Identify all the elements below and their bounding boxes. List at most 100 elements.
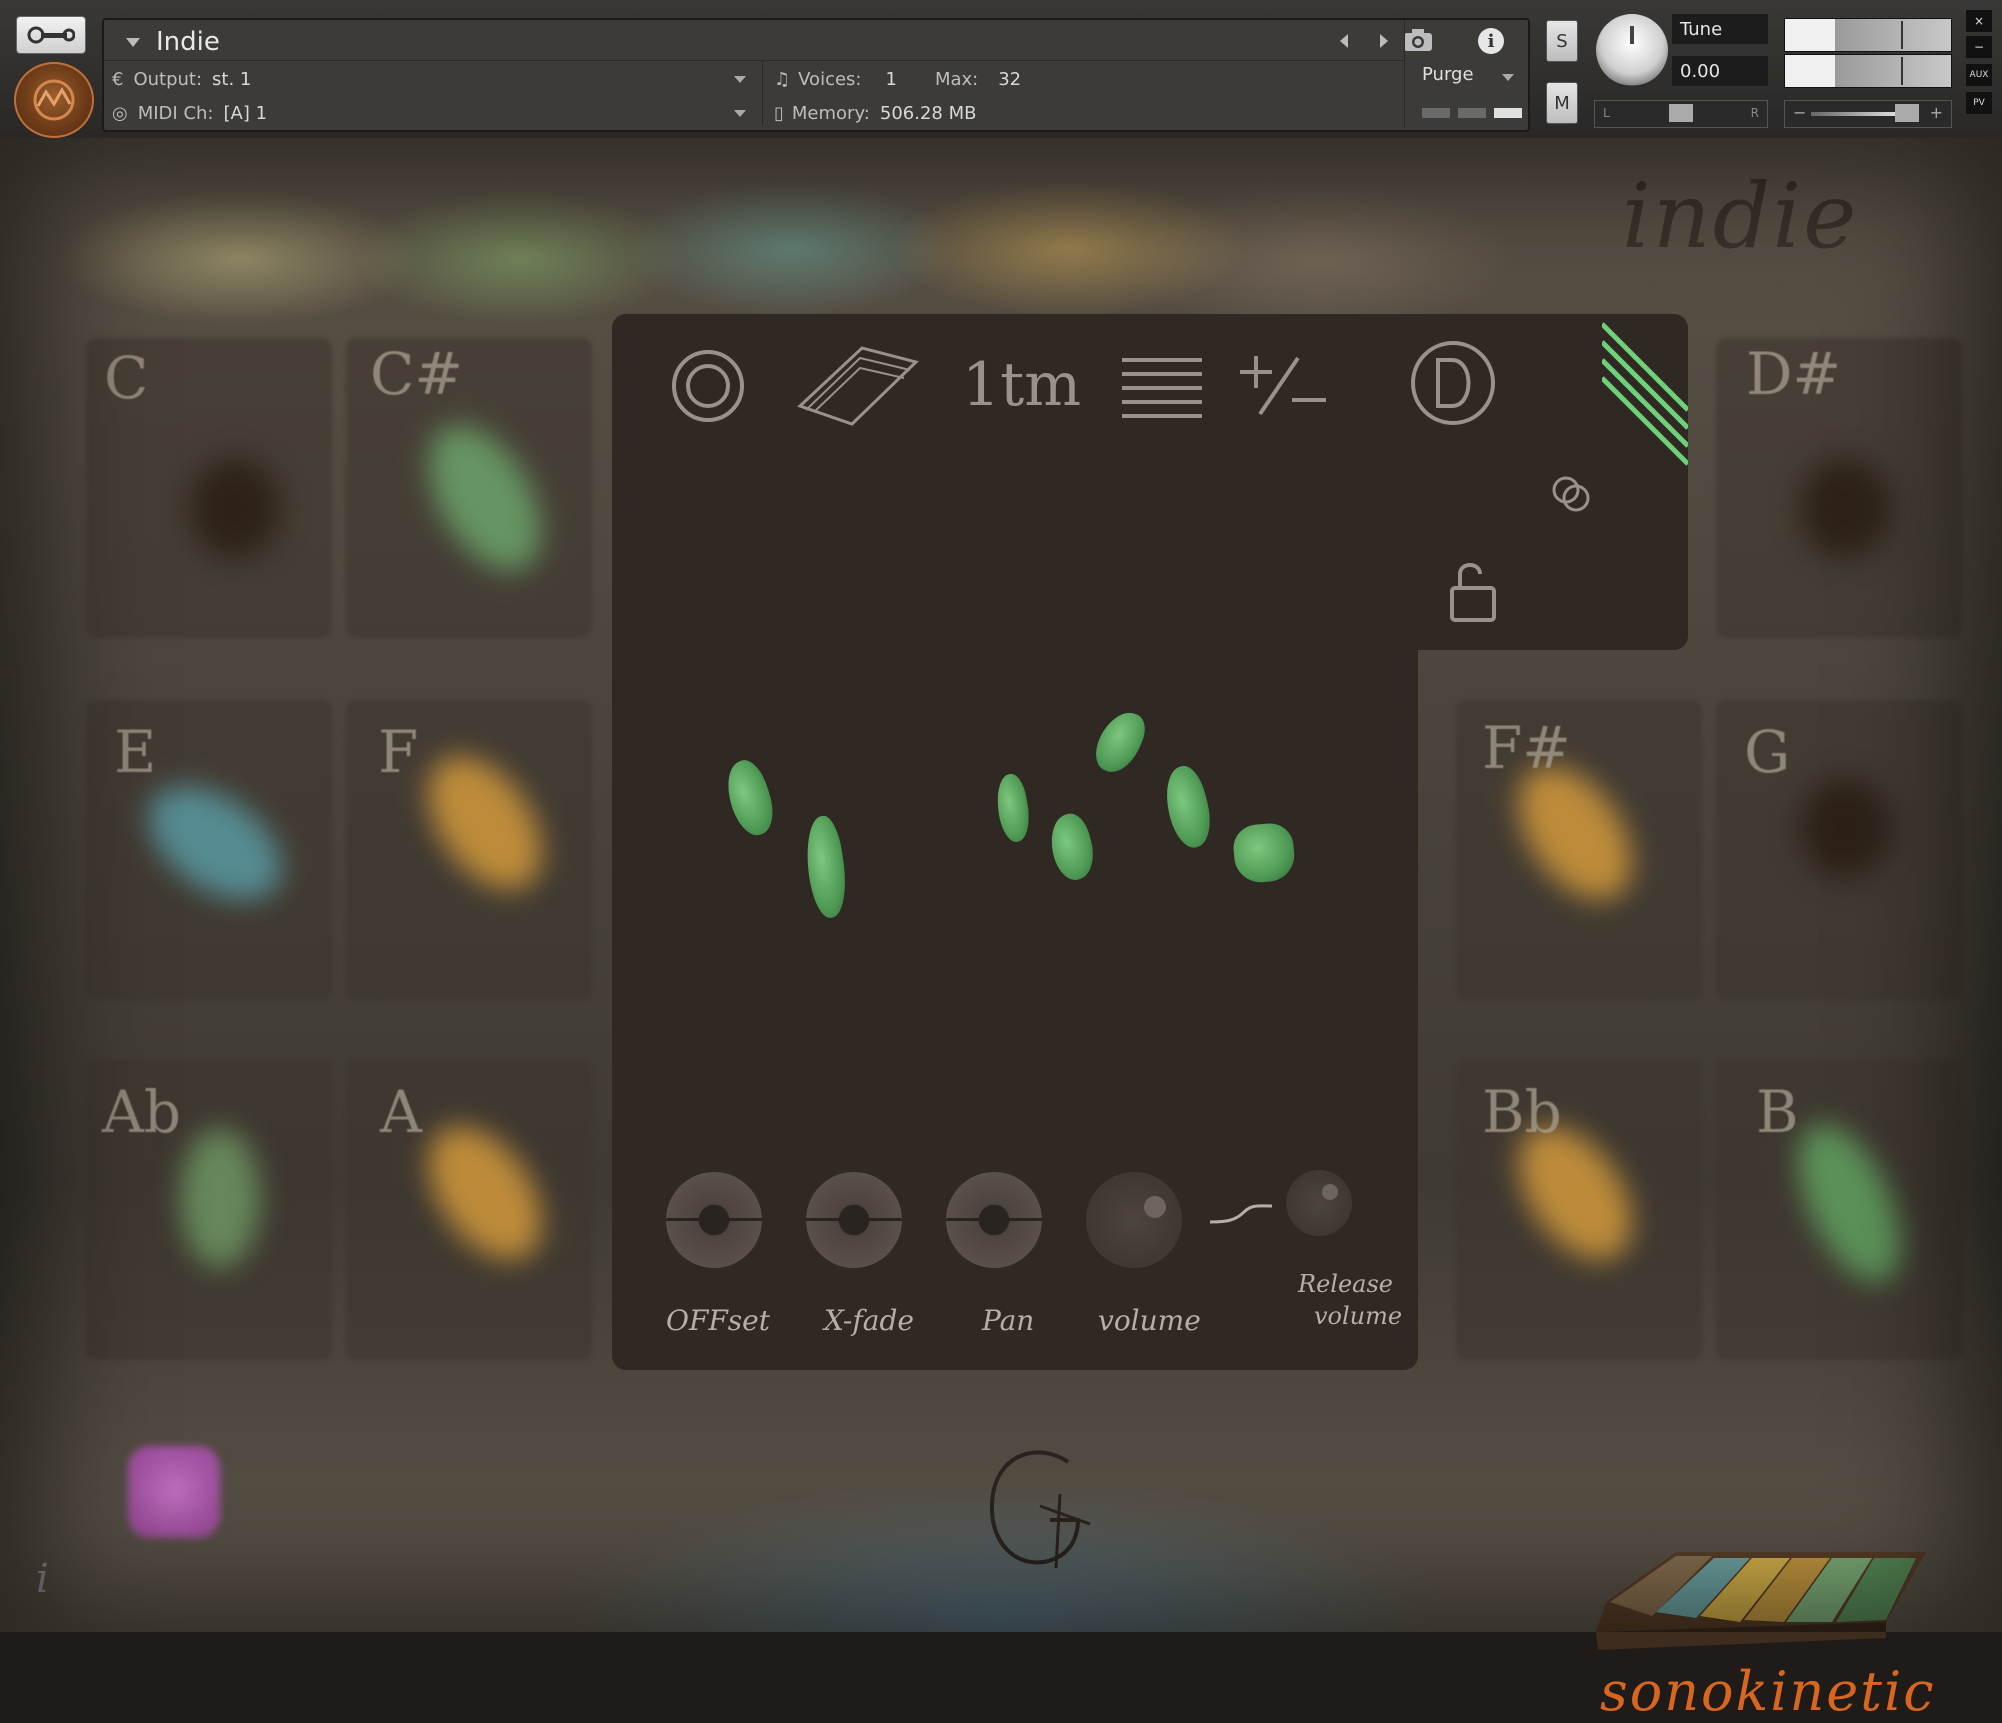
volume-slider[interactable]: − + [1784, 100, 1952, 128]
info-icon: i [1487, 30, 1495, 52]
lines-icon[interactable] [1120, 354, 1204, 424]
volume-fill [1811, 112, 1895, 116]
output-selector[interactable]: € Output: st. 1 [112, 64, 752, 94]
pan-slider[interactable]: L R [1594, 100, 1768, 128]
release-curve-icon [1209, 1204, 1273, 1224]
level-meter-left [1784, 18, 1952, 52]
note-label-a: A [380, 1078, 422, 1146]
output-dropdown-icon[interactable] [734, 76, 746, 83]
purge-indicator [1494, 108, 1522, 118]
panel-body-filler [612, 614, 1418, 654]
pan-right-label: R [1750, 106, 1759, 120]
pv-button[interactable]: PV [1966, 92, 1992, 114]
instrument-header: Indie i € Output: st. 1 ◎ MIDI Ch: [A] 1… [0, 0, 2002, 138]
note-label-a-flat: Ab [102, 1078, 182, 1146]
midi-label: MIDI Ch: [137, 102, 214, 124]
max-voices-value[interactable]: 32 [998, 69, 1021, 90]
solo-label: S [1556, 30, 1568, 52]
offset-label: OFFset [666, 1304, 771, 1337]
small-info-icon[interactable]: ⅰ [36, 1556, 49, 1602]
purge-indicator [1422, 108, 1450, 118]
volume-label: volume [1098, 1304, 1201, 1337]
volume-minus[interactable]: − [1793, 103, 1806, 122]
library-logo[interactable] [14, 62, 94, 138]
midi-icon: ◎ [112, 102, 128, 124]
solo-button[interactable]: S [1546, 20, 1578, 62]
rack-divider [1404, 20, 1405, 128]
book-icon[interactable] [792, 340, 922, 430]
rack-divider [104, 60, 1404, 61]
ring-icon[interactable] [668, 346, 748, 426]
tune-label: Tune [1672, 14, 1768, 44]
prev-instrument-icon[interactable] [1340, 34, 1348, 48]
sonokinetic-brand: sonokinetic [1600, 1660, 1936, 1723]
memory-readout: ▯ Memory: 506.28 MB [774, 98, 976, 128]
wrench-button[interactable] [16, 16, 86, 54]
memory-icon: ▯ [774, 102, 784, 124]
voices-value: 1 [885, 68, 897, 90]
tempo-tab[interactable]: 1tm [962, 350, 1081, 420]
pad-color-blob [190, 458, 280, 558]
voices-label: Voices: [798, 68, 862, 90]
memory-label: Memory: [791, 102, 870, 124]
pan-knob[interactable] [946, 1172, 1042, 1268]
plus-minus-icon[interactable] [1236, 350, 1332, 420]
wrench-icon [27, 26, 75, 44]
current-chord-g-icon [989, 1450, 1091, 1569]
tune-value[interactable]: 0.00 [1672, 56, 1768, 86]
note-label-c: C [104, 344, 149, 412]
instrument-title-bar[interactable]: Indie [112, 24, 1412, 60]
release-volume-knob[interactable] [1286, 1170, 1352, 1236]
pan-handle[interactable] [1669, 104, 1693, 122]
mute-label: M [1554, 92, 1570, 114]
pink-toggle-button[interactable] [128, 1446, 220, 1538]
max-label: Max: [934, 68, 979, 90]
collapse-icon[interactable] [126, 37, 140, 47]
keyboard-logo-icon [1596, 1552, 1926, 1650]
unlock-icon[interactable] [1446, 558, 1502, 624]
volume-plus[interactable]: + [1930, 103, 1943, 122]
close-button[interactable]: × [1966, 10, 1992, 32]
d-icon[interactable] [1408, 338, 1498, 428]
note-label-e: E [114, 718, 157, 786]
note-label-b: B [1756, 1078, 1799, 1146]
level-meter-right [1784, 54, 1952, 88]
release-label: Release [1298, 1270, 1393, 1298]
rack-divider [762, 60, 763, 126]
mute-button[interactable]: M [1546, 82, 1578, 124]
midi-dropdown-icon[interactable] [734, 110, 746, 117]
info-button[interactable]: i [1478, 28, 1504, 54]
library-logo-icon [33, 79, 75, 121]
purge-indicator [1458, 108, 1486, 118]
pad-color-blob [180, 1128, 260, 1268]
pv-label: PV [1973, 98, 1985, 108]
instrument-rack: Indie i € Output: st. 1 ◎ MIDI Ch: [A] 1… [102, 18, 1530, 132]
purge-menu[interactable]: Purge [1422, 64, 1474, 85]
aux-button[interactable]: AUX [1966, 64, 1992, 86]
pan-left-label: L [1603, 106, 1610, 120]
purge-dropdown-icon[interactable] [1502, 74, 1514, 81]
tune-knob[interactable] [1596, 14, 1668, 86]
purge-label: Purge [1422, 64, 1474, 85]
pan-label: Pan [982, 1304, 1035, 1337]
green-stripe-corner [1602, 314, 1688, 474]
crossfade-label: X-fade [824, 1304, 914, 1337]
next-instrument-icon[interactable] [1380, 34, 1388, 48]
close-icon: × [1973, 14, 1985, 28]
tempo-icon: 1tm [962, 350, 1082, 420]
volume-knob[interactable] [1086, 1172, 1182, 1268]
crossfade-knob[interactable] [806, 1172, 902, 1268]
volume-handle[interactable] [1895, 104, 1919, 122]
minimize-button[interactable]: − [1966, 36, 1992, 58]
minimize-icon: − [1973, 40, 1985, 54]
note-label-d-sharp: D# [1746, 340, 1842, 408]
note-label-c-sharp: C# [370, 340, 463, 408]
note-label-g: G [1744, 718, 1791, 786]
instrument-name: Indie [156, 27, 220, 57]
random-dice-icon[interactable] [1548, 472, 1594, 518]
midi-value: [A] 1 [223, 102, 268, 124]
pattern-panel: 1tm OFFset X-fade Pan volume Release vol… [612, 314, 1688, 1370]
midi-channel-selector[interactable]: ◎ MIDI Ch: [A] 1 [112, 98, 752, 128]
voices-icon: ♫ [774, 68, 791, 90]
offset-knob[interactable] [666, 1172, 762, 1268]
